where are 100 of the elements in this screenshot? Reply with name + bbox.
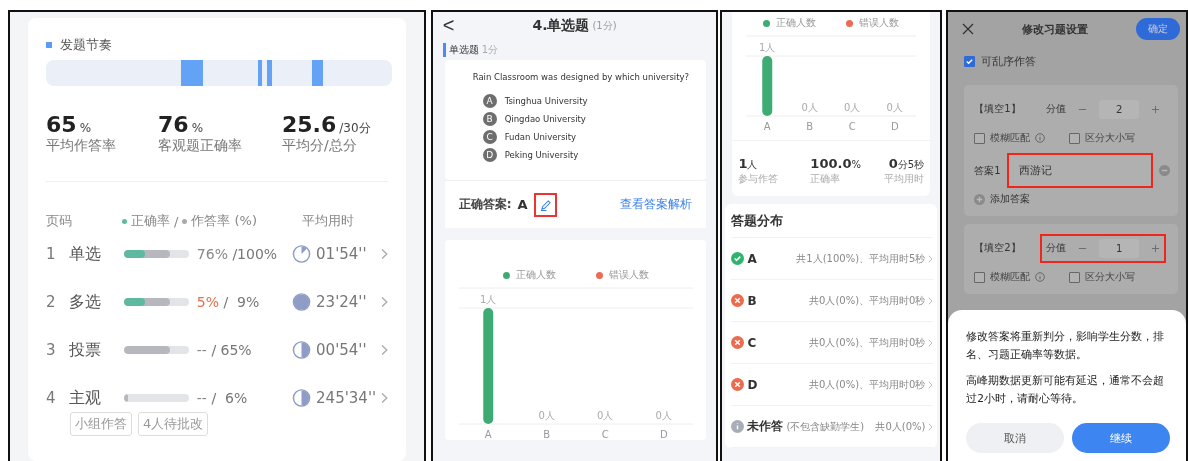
value-label: 0人 (844, 102, 861, 113)
remove-icon[interactable] (1159, 165, 1170, 176)
cross-circle-icon (731, 336, 745, 349)
chart-bar (762, 56, 773, 116)
question-type: 投票 (68, 339, 102, 361)
chevron-right-icon[interactable] (380, 392, 388, 404)
row-number: 3 (46, 341, 57, 359)
row-number: 2 (46, 293, 57, 311)
chevron-right-icon[interactable] (928, 254, 934, 263)
note-text: (不包含缺勤学生) (786, 419, 865, 434)
checkbox[interactable] (964, 56, 976, 67)
legend-label: 错误人数 (608, 268, 649, 282)
row-number: 4 (46, 389, 57, 407)
legend-label: 正确率 (131, 212, 170, 230)
summary-text: 共0人(0%) (875, 419, 926, 434)
section-title: 发题节奏 (60, 36, 112, 54)
axis-label: A (484, 429, 492, 440)
option-text: Fudan University (504, 132, 577, 142)
rate-text: -- / 65% (195, 342, 253, 358)
legend-label: 作答率 (%) (191, 212, 258, 230)
stat-label: 客观题正确率 (158, 137, 243, 155)
chevron-right-icon[interactable] (928, 380, 934, 389)
average-time: 00'54'' (316, 341, 368, 359)
distribution-row[interactable]: 未作答 (不包含缺勤学生) 共0人(0%) (731, 406, 934, 448)
stat-value: 100.0 (810, 156, 852, 171)
stat-value: 1 (738, 156, 748, 171)
cancel-button[interactable]: 取消 (966, 423, 1065, 454)
chevron-right-icon[interactable] (380, 344, 388, 356)
legend-dot (122, 218, 127, 224)
checkbox[interactable] (1069, 132, 1081, 144)
square-icon (46, 42, 52, 48)
option-text: Peking University (504, 150, 579, 160)
question-type: 多选 (68, 291, 102, 313)
points-text: 1分 (481, 43, 499, 57)
score-field[interactable]: 2 (1099, 99, 1140, 119)
chevron-right-icon[interactable] (380, 248, 388, 260)
close-icon[interactable] (962, 23, 975, 35)
row-number: 1 (46, 245, 57, 263)
legend-dot (182, 218, 188, 224)
back-button[interactable]: < (442, 14, 455, 37)
axis-label: C (601, 429, 609, 440)
info-icon (1035, 133, 1046, 143)
stat-label: 平均分/总分 (282, 137, 358, 155)
rate-text: 76% /100% (195, 246, 279, 262)
chevron-right-icon[interactable] (928, 296, 934, 305)
checkbox-label: 模糊匹配 (990, 131, 1031, 145)
checkbox-label: 模糊匹配 (990, 270, 1031, 284)
score-field[interactable]: 1 (1099, 238, 1140, 258)
chevron-right-icon[interactable] (380, 296, 388, 308)
stat-label: 正确率 (810, 172, 842, 186)
distribution-row[interactable]: C 共0人(0%)、平均用时0秒 (731, 322, 934, 364)
question-text: Rain Classroom was designed by which university? (472, 72, 691, 82)
stat-label: 平均作答率 (46, 137, 117, 155)
info-icon (1035, 272, 1046, 282)
checkbox[interactable] (974, 132, 986, 144)
add-icon[interactable] (974, 193, 986, 205)
plus-icon (1151, 104, 1161, 114)
section-title: 答题分布 (731, 204, 934, 238)
rate-text: -- / 6% (195, 390, 249, 406)
tag-label: 小组作答 (70, 412, 132, 436)
option-text: Tsinghua University (504, 96, 588, 106)
value-label: 0人 (538, 410, 555, 421)
option-letter: C (482, 130, 497, 144)
analysis-link[interactable]: 查看答案解析 (620, 196, 693, 213)
dialog-title: 修改习题设置 (1021, 21, 1090, 37)
stat-value: 76 (158, 112, 189, 137)
chevron-right-icon[interactable] (928, 338, 934, 347)
distribution-row[interactable]: B 共0人(0%)、平均用时0秒 (731, 280, 934, 322)
distribution-row[interactable]: D 共0人(0%)、平均用时0秒 (731, 364, 934, 406)
score-label: 分值 (1046, 102, 1067, 116)
axis-label: D (659, 429, 668, 440)
checkbox-label: 区分大小写 (1085, 270, 1136, 284)
chevron-right-icon[interactable] (928, 422, 934, 431)
answer-value: A (517, 197, 528, 212)
separator-text: / (174, 213, 179, 229)
stat-unit: % (851, 159, 861, 170)
legend-label: 正确人数 (776, 16, 817, 30)
distribution-row[interactable]: A 共1人(100%)、平均用时5秒 (731, 238, 934, 280)
summary-text: 共0人(0%)、平均用时0秒 (809, 293, 926, 308)
value-label: 0人 (886, 102, 904, 113)
option-letter: B (482, 112, 497, 126)
add-answer-link[interactable]: 添加答案 (990, 192, 1031, 206)
stat-unit: /30分 (339, 121, 371, 135)
rate-text: 5% / 9% (195, 294, 261, 310)
plus-icon (1151, 243, 1161, 253)
checkbox[interactable] (974, 271, 986, 283)
answer-field[interactable]: 西游记 (1006, 153, 1153, 188)
value-label: 1人 (479, 294, 497, 305)
checkbox[interactable] (1069, 271, 1081, 283)
axis-label: D (891, 121, 899, 132)
warning-text: 高峰期数据更新可能有延迟，通常不会超过2小时，请耐心等待。 (966, 372, 1166, 406)
continue-button[interactable]: 继续 (1072, 423, 1170, 454)
axis-label: B (806, 121, 814, 132)
option-label: A (747, 251, 757, 266)
edit-button[interactable] (533, 192, 557, 217)
answer-label: 答案1 (974, 163, 1001, 178)
axis-label: A (764, 121, 772, 132)
summary-text: 共0人(0%)、平均用时0秒 (809, 335, 926, 350)
tag-label: 4人待批改 (138, 412, 209, 436)
value-label: 0人 (801, 102, 819, 113)
